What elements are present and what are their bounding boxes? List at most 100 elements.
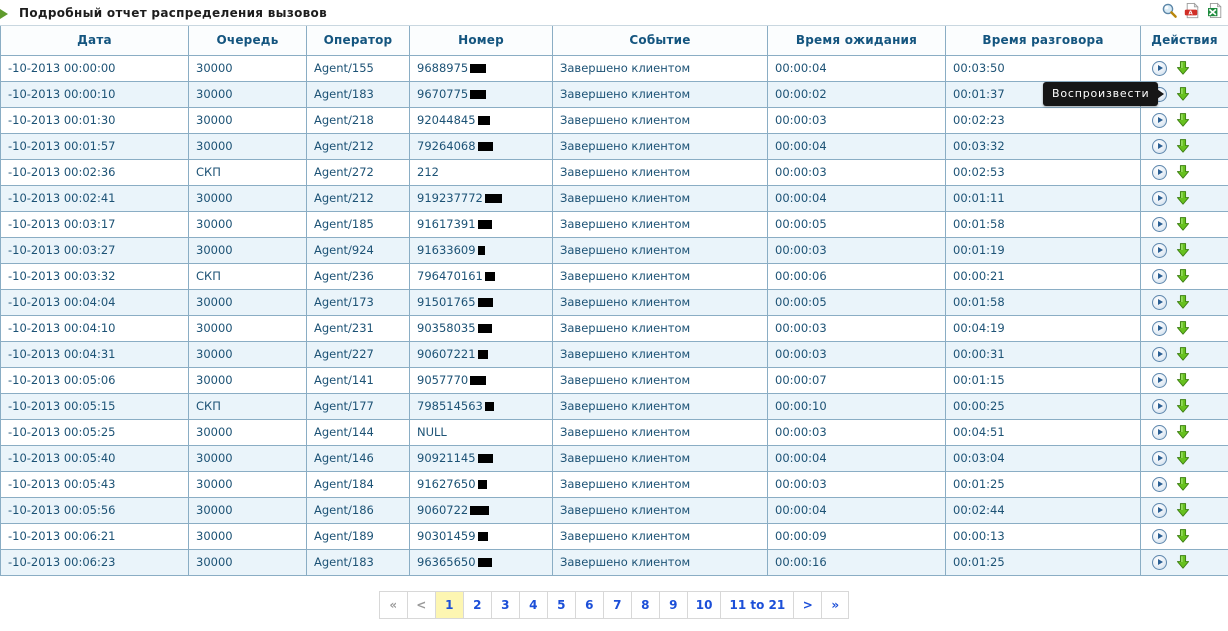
pagination-item-11-to-21[interactable]: 11 to 21 [720, 590, 794, 619]
cell-actions [1140, 54, 1228, 82]
play-icon[interactable] [1152, 60, 1167, 76]
table-row[interactable]: -10-2013 00:05:06 30000 Agent/141 9057770 За… [0, 366, 1228, 394]
table-row[interactable]: -10-2013 00:06:23 30000 Agent/183 96365650 З… [0, 548, 1228, 576]
cell-event: Завершено клиентом [552, 288, 768, 316]
table-row[interactable]: -10-2013 00:05:25 30000 Agent/144 NULL Завер… [0, 418, 1228, 446]
table-row[interactable]: -10-2013 00:05:43 30000 Agent/184 91627650 З… [0, 470, 1228, 498]
download-icon[interactable] [1175, 424, 1191, 440]
play-icon[interactable] [1152, 294, 1167, 310]
cell-number-text: 90921145 [417, 451, 476, 465]
table-row[interactable]: -10-2013 00:01:57 30000 Agent/212 79264068 З… [0, 132, 1228, 160]
pagination-item-5[interactable]: 5 [546, 590, 575, 619]
table-row[interactable]: -10-2013 00:04:04 30000 Agent/173 91501765 З… [0, 288, 1228, 316]
download-icon[interactable] [1175, 398, 1191, 414]
cell-event: Завершено клиентом [552, 392, 768, 420]
play-icon[interactable] [1152, 190, 1167, 206]
column-header-talk-time[interactable]: Время разговора [945, 26, 1141, 56]
pagination-item-4[interactable]: 4 [518, 590, 547, 619]
pdf-export-icon[interactable]: A [1184, 2, 1201, 19]
download-icon[interactable] [1175, 164, 1191, 180]
table-row[interactable]: -10-2013 00:04:31 30000 Agent/227 90607221 З… [0, 340, 1228, 368]
download-icon[interactable] [1175, 86, 1191, 102]
pagination-item-9[interactable]: 9 [658, 590, 687, 619]
play-icon[interactable] [1152, 164, 1167, 180]
cell-wait-time: 00:00:04 [767, 54, 946, 82]
pagination-item-6[interactable]: 6 [574, 590, 603, 619]
pagination-item-»[interactable]: » [821, 590, 850, 619]
pagination-item-2[interactable]: 2 [462, 590, 491, 619]
column-header-event[interactable]: Событие [552, 26, 768, 56]
cell-wait-time: 00:00:02 [767, 80, 946, 108]
download-icon[interactable] [1175, 528, 1191, 544]
column-header-number[interactable]: Номер [409, 26, 553, 56]
column-header-date[interactable]: Дата [0, 26, 189, 56]
table-row[interactable]: -10-2013 00:00:00 30000 Agent/155 9688975 За… [0, 54, 1228, 82]
play-icon[interactable] [1152, 268, 1167, 284]
table-row[interactable]: -10-2013 00:02:41 30000 Agent/212 919237772… [0, 184, 1228, 212]
play-icon[interactable] [1152, 320, 1167, 336]
table-row[interactable]: -10-2013 00:06:21 30000 Agent/189 90301459 З… [0, 522, 1228, 550]
download-icon[interactable] [1175, 476, 1191, 492]
cell-talk-time: 00:03:32 [945, 132, 1141, 160]
table-row[interactable]: -10-2013 00:03:27 30000 Agent/924 91633609 З… [0, 236, 1228, 264]
call-detail-table: Дата Очередь Оператор Номер Событие Врем… [0, 26, 1228, 576]
column-header-queue[interactable]: Очередь [188, 26, 307, 56]
pagination-item-8[interactable]: 8 [630, 590, 659, 619]
cell-operator: Agent/144 [306, 418, 410, 446]
play-icon[interactable] [1152, 242, 1167, 258]
table-row[interactable]: -10-2013 00:02:36 СКП Agent/272 212 Завершен… [0, 158, 1228, 186]
row-action-group [1148, 138, 1221, 154]
column-header-wait-time[interactable]: Время ожидания [767, 26, 946, 56]
pagination-item->[interactable]: > [793, 590, 822, 619]
download-icon[interactable] [1175, 294, 1191, 310]
play-icon[interactable] [1152, 138, 1167, 154]
play-icon[interactable] [1152, 398, 1167, 414]
play-icon[interactable] [1152, 216, 1167, 232]
cell-queue: 30000 [188, 548, 307, 576]
column-header-operator[interactable]: Оператор [306, 26, 410, 56]
download-icon[interactable] [1175, 450, 1191, 466]
download-icon[interactable] [1175, 216, 1191, 232]
play-icon[interactable] [1152, 372, 1167, 388]
redaction-bar [477, 558, 492, 567]
pagination-item-10[interactable]: 10 [686, 590, 721, 619]
play-icon[interactable] [1152, 554, 1167, 570]
table-row[interactable]: -10-2013 00:03:17 30000 Agent/185 91617391 З… [0, 210, 1228, 238]
collapse-arrow-icon[interactable] [0, 9, 8, 19]
pagination-item-3[interactable]: 3 [490, 590, 519, 619]
table-row[interactable]: -10-2013 00:04:10 30000 Agent/231 90358035 З… [0, 314, 1228, 342]
pagination-item-<[interactable]: < [406, 590, 435, 619]
table-row[interactable]: -10-2013 00:03:32 СКП Agent/236 796470161 За… [0, 262, 1228, 290]
table-row[interactable]: -10-2013 00:01:30 30000 Agent/218 92044845 З… [0, 106, 1228, 134]
cell-number-text: 92044845 [417, 113, 476, 127]
download-icon[interactable] [1175, 268, 1191, 284]
redaction-bar [477, 246, 485, 255]
download-icon[interactable] [1175, 190, 1191, 206]
search-icon[interactable] [1161, 2, 1178, 19]
download-icon[interactable] [1175, 346, 1191, 362]
play-icon[interactable] [1152, 346, 1167, 362]
play-icon[interactable] [1152, 528, 1167, 544]
excel-export-icon[interactable] [1207, 2, 1224, 19]
download-icon[interactable] [1175, 112, 1191, 128]
download-icon[interactable] [1175, 138, 1191, 154]
pagination-item-1[interactable]: 1 [434, 590, 463, 619]
play-icon[interactable] [1152, 502, 1167, 518]
table-row[interactable]: -10-2013 00:05:40 30000 Agent/146 90921145 З… [0, 444, 1228, 472]
cell-number-text: 9670775 [417, 87, 469, 101]
pagination-item-7[interactable]: 7 [602, 590, 631, 619]
play-icon[interactable] [1152, 476, 1167, 492]
pagination-item-«[interactable]: « [378, 590, 407, 619]
download-icon[interactable] [1175, 502, 1191, 518]
download-icon[interactable] [1175, 60, 1191, 76]
play-icon[interactable] [1152, 424, 1167, 440]
download-icon[interactable] [1175, 320, 1191, 336]
download-icon[interactable] [1175, 372, 1191, 388]
play-icon[interactable] [1152, 112, 1167, 128]
table-row[interactable]: -10-2013 00:05:15 СКП Agent/177 798514563 За… [0, 392, 1228, 420]
table-row[interactable]: -10-2013 00:05:56 30000 Agent/186 9060722 За… [0, 496, 1228, 524]
report-title-bar: Подробный отчет распределения вызовов A [0, 0, 1228, 26]
download-icon[interactable] [1175, 242, 1191, 258]
play-icon[interactable] [1152, 450, 1167, 466]
download-icon[interactable] [1175, 554, 1191, 570]
